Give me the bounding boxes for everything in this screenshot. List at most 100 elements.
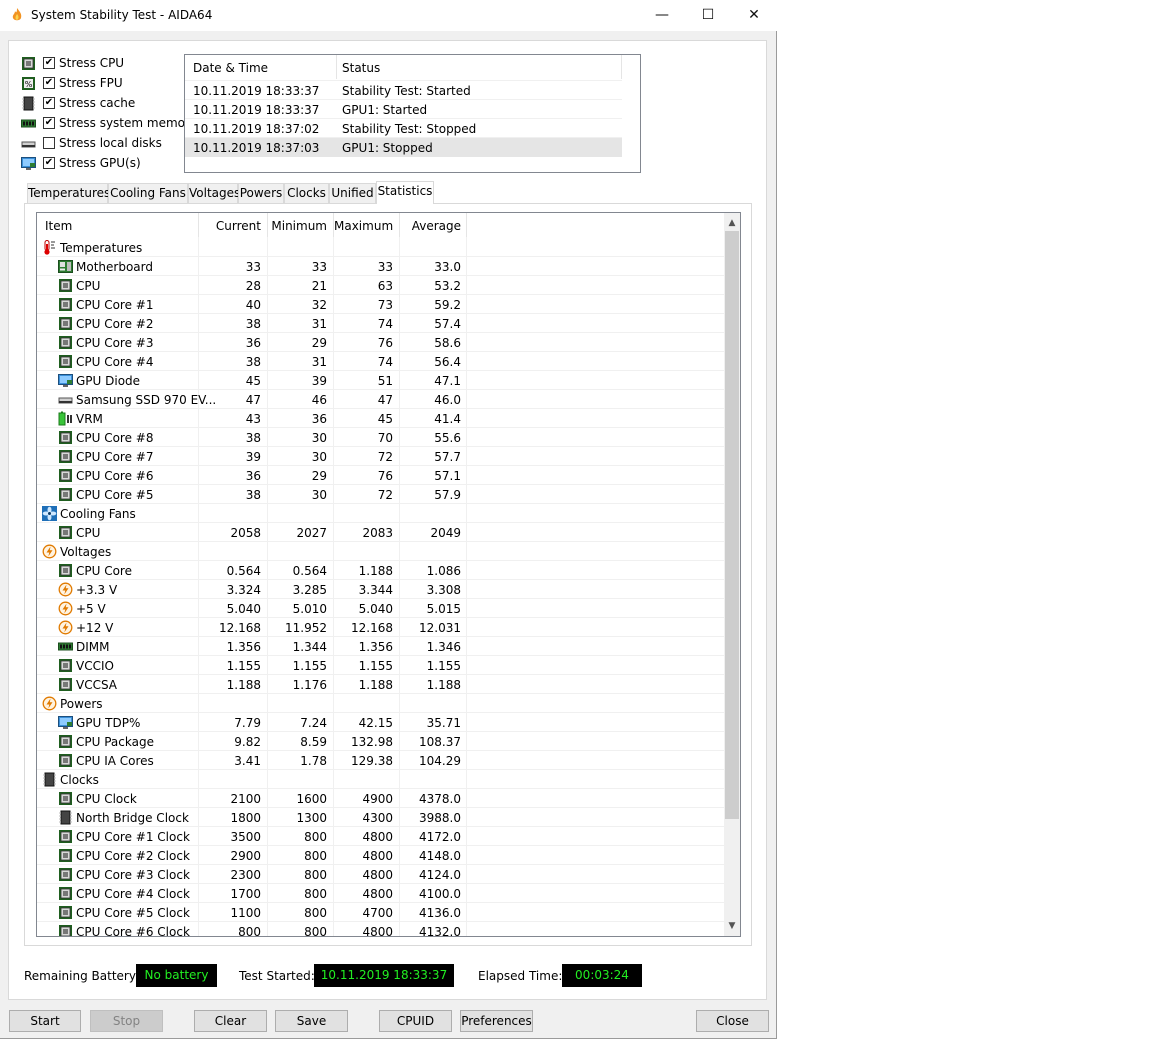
table-row[interactable]: GPU TDP% 7.79 7.24 42.15 35.71 bbox=[37, 713, 725, 732]
log-row[interactable]: 10.11.2019 18:33:37 GPU1: Started bbox=[185, 99, 622, 119]
scroll-up-icon[interactable]: ▲ bbox=[724, 215, 740, 231]
table-row[interactable]: CPU Core #4 Clock 1700 800 4800 4100.0 bbox=[37, 884, 725, 903]
table-row[interactable]: CPU Core #3 36 29 76 58.6 bbox=[37, 333, 725, 352]
minimum-value: 800 bbox=[304, 868, 327, 882]
close-window-button[interactable]: ✕ bbox=[731, 0, 777, 31]
start-button[interactable]: Start bbox=[9, 1010, 81, 1032]
tab-statistics[interactable]: Statistics bbox=[376, 181, 434, 204]
stress-option-label[interactable]: Stress GPU(s) bbox=[59, 156, 141, 170]
table-row[interactable]: CPU Core #8 38 30 70 55.6 bbox=[37, 428, 725, 447]
table-row[interactable]: CPU Core #1 Clock 3500 800 4800 4172.0 bbox=[37, 827, 725, 846]
table-row[interactable]: Samsung SSD 970 EV... 47 46 47 46.0 bbox=[37, 390, 725, 409]
tab-voltages[interactable]: Voltages bbox=[188, 183, 240, 203]
tab-unified[interactable]: Unified bbox=[329, 183, 376, 203]
stress-option-label[interactable]: Stress system memory bbox=[59, 116, 197, 130]
stress-checkbox[interactable]: ✔ bbox=[43, 97, 55, 109]
group-row[interactable]: Powers bbox=[37, 694, 725, 713]
tab-powers[interactable]: Powers bbox=[238, 183, 284, 203]
table-row[interactable]: CPU Core #4 38 31 74 56.4 bbox=[37, 352, 725, 371]
minimum-value: 30 bbox=[311, 450, 327, 464]
table-row[interactable]: CPU Clock 2100 1600 4900 4378.0 bbox=[37, 789, 725, 808]
group-row[interactable]: Voltages bbox=[37, 542, 725, 561]
log-status: Stability Test: Started bbox=[342, 84, 471, 98]
status-log[interactable]: Date & Time Status 10.11.2019 18:33:37 St… bbox=[184, 54, 641, 173]
log-status: GPU1: Stopped bbox=[342, 141, 433, 155]
tab-clocks[interactable]: Clocks bbox=[284, 183, 329, 203]
group-row[interactable]: Temperatures bbox=[37, 238, 725, 257]
table-row[interactable]: +3.3 V 3.324 3.285 3.344 3.308 bbox=[37, 580, 725, 599]
stress-checkbox[interactable]: ✔ bbox=[43, 57, 55, 69]
table-row[interactable]: CPU Core #5 38 30 72 57.9 bbox=[37, 485, 725, 504]
table-row[interactable]: GPU Diode 45 39 51 47.1 bbox=[37, 371, 725, 390]
log-header-datetime[interactable]: Date & Time bbox=[193, 61, 268, 75]
stress-checkbox[interactable]: ✔ bbox=[43, 77, 55, 89]
tab-cooling-fans[interactable]: Cooling Fans bbox=[108, 183, 188, 203]
group-row[interactable]: Cooling Fans bbox=[37, 504, 725, 523]
scroll-thumb[interactable] bbox=[725, 231, 739, 819]
table-row[interactable]: CPU Core 0.564 0.564 1.188 1.086 bbox=[37, 561, 725, 580]
table-row[interactable]: CPU IA Cores 3.41 1.78 129.38 104.29 bbox=[37, 751, 725, 770]
stress-option-5[interactable]: Stress local disks bbox=[20, 134, 162, 152]
minimize-button[interactable]: — bbox=[639, 0, 685, 31]
log-row[interactable]: 10.11.2019 18:37:02 Stability Test: Stopp… bbox=[185, 118, 622, 138]
title-bar[interactable]: System Stability Test - AIDA64 — ☐ ✕ bbox=[0, 0, 777, 31]
stress-option-2[interactable]: % ✔ Stress FPU bbox=[20, 74, 123, 92]
tab-temperatures[interactable]: Temperatures bbox=[27, 183, 110, 203]
statistics-table[interactable]: Item Current Minimum Maximum Average Tem… bbox=[36, 212, 741, 937]
header-current[interactable]: Current bbox=[199, 219, 261, 233]
table-row[interactable]: Motherboard 33 33 33 33.0 bbox=[37, 257, 725, 276]
current-value: 3500 bbox=[230, 830, 261, 844]
table-row[interactable]: +5 V 5.040 5.010 5.040 5.015 bbox=[37, 599, 725, 618]
stress-option-1[interactable]: ✔ Stress CPU bbox=[20, 54, 124, 72]
scroll-down-icon[interactable]: ▼ bbox=[724, 918, 740, 934]
log-row[interactable]: 10.11.2019 18:33:37 Stability Test: Start… bbox=[185, 80, 622, 100]
stress-option-4[interactable]: ✔ Stress system memory bbox=[20, 114, 197, 132]
table-row[interactable]: VCCSA 1.188 1.176 1.188 1.188 bbox=[37, 675, 725, 694]
table-row[interactable]: CPU Core #2 38 31 74 57.4 bbox=[37, 314, 725, 333]
table-row[interactable]: CPU Core #1 40 32 73 59.2 bbox=[37, 295, 725, 314]
stress-option-6[interactable]: ✔ Stress GPU(s) bbox=[20, 154, 141, 172]
vertical-scrollbar[interactable]: ▲ ▼ bbox=[724, 213, 740, 936]
table-row[interactable]: CPU 28 21 63 53.2 bbox=[37, 276, 725, 295]
cpu-icon bbox=[58, 677, 73, 692]
log-row[interactable]: 10.11.2019 18:37:03 GPU1: Stopped bbox=[185, 137, 622, 157]
stress-option-3[interactable]: ✔ Stress cache bbox=[20, 94, 135, 112]
stress-option-label[interactable]: Stress FPU bbox=[59, 76, 123, 90]
item-name: CPU Core #3 Clock bbox=[76, 868, 190, 882]
stop-button[interactable]: Stop bbox=[90, 1010, 163, 1032]
stress-option-label[interactable]: Stress cache bbox=[59, 96, 135, 110]
table-row[interactable]: VCCIO 1.155 1.155 1.155 1.155 bbox=[37, 656, 725, 675]
table-row[interactable]: CPU Core #2 Clock 2900 800 4800 4148.0 bbox=[37, 846, 725, 865]
header-minimum[interactable]: Minimum bbox=[268, 219, 327, 233]
maximize-button[interactable]: ☐ bbox=[685, 0, 731, 31]
group-row[interactable]: Clocks bbox=[37, 770, 725, 789]
stress-checkbox[interactable]: ✔ bbox=[43, 157, 55, 169]
stress-checkbox[interactable] bbox=[43, 137, 55, 149]
table-row[interactable]: North Bridge Clock 1800 1300 4300 3988.0 bbox=[37, 808, 725, 827]
table-row[interactable]: +12 V 12.168 11.952 12.168 12.031 bbox=[37, 618, 725, 637]
item-name: CPU Core #5 bbox=[76, 488, 154, 502]
table-row[interactable]: CPU Core #5 Clock 1100 800 4700 4136.0 bbox=[37, 903, 725, 922]
stress-option-label[interactable]: Stress CPU bbox=[59, 56, 124, 70]
preferences-button[interactable]: Preferences bbox=[460, 1010, 533, 1032]
header-maximum[interactable]: Maximum bbox=[334, 219, 393, 233]
stress-option-label[interactable]: Stress local disks bbox=[59, 136, 162, 150]
table-row[interactable]: CPU Core #6 36 29 76 57.1 bbox=[37, 466, 725, 485]
table-row[interactable]: DIMM 1.356 1.344 1.356 1.346 bbox=[37, 637, 725, 656]
maximum-value: 70 bbox=[377, 431, 393, 445]
table-row[interactable]: CPU Package 9.82 8.59 132.98 108.37 bbox=[37, 732, 725, 751]
header-average[interactable]: Average bbox=[400, 219, 461, 233]
battery-label: Remaining Battery: bbox=[24, 969, 140, 983]
table-row[interactable]: VRM 43 36 45 41.4 bbox=[37, 409, 725, 428]
cpuid-button[interactable]: CPUID bbox=[379, 1010, 452, 1032]
table-row[interactable]: CPU Core #6 Clock 800 800 4800 4132.0 bbox=[37, 922, 725, 936]
table-row[interactable]: CPU 2058 2027 2083 2049 bbox=[37, 523, 725, 542]
table-row[interactable]: CPU Core #7 39 30 72 57.7 bbox=[37, 447, 725, 466]
log-header-status[interactable]: Status bbox=[342, 61, 380, 75]
table-row[interactable]: CPU Core #3 Clock 2300 800 4800 4124.0 bbox=[37, 865, 725, 884]
close-button[interactable]: Close bbox=[696, 1010, 769, 1032]
stress-checkbox[interactable]: ✔ bbox=[43, 117, 55, 129]
save-button[interactable]: Save bbox=[275, 1010, 348, 1032]
clear-button[interactable]: Clear bbox=[194, 1010, 267, 1032]
header-item[interactable]: Item bbox=[45, 219, 72, 233]
